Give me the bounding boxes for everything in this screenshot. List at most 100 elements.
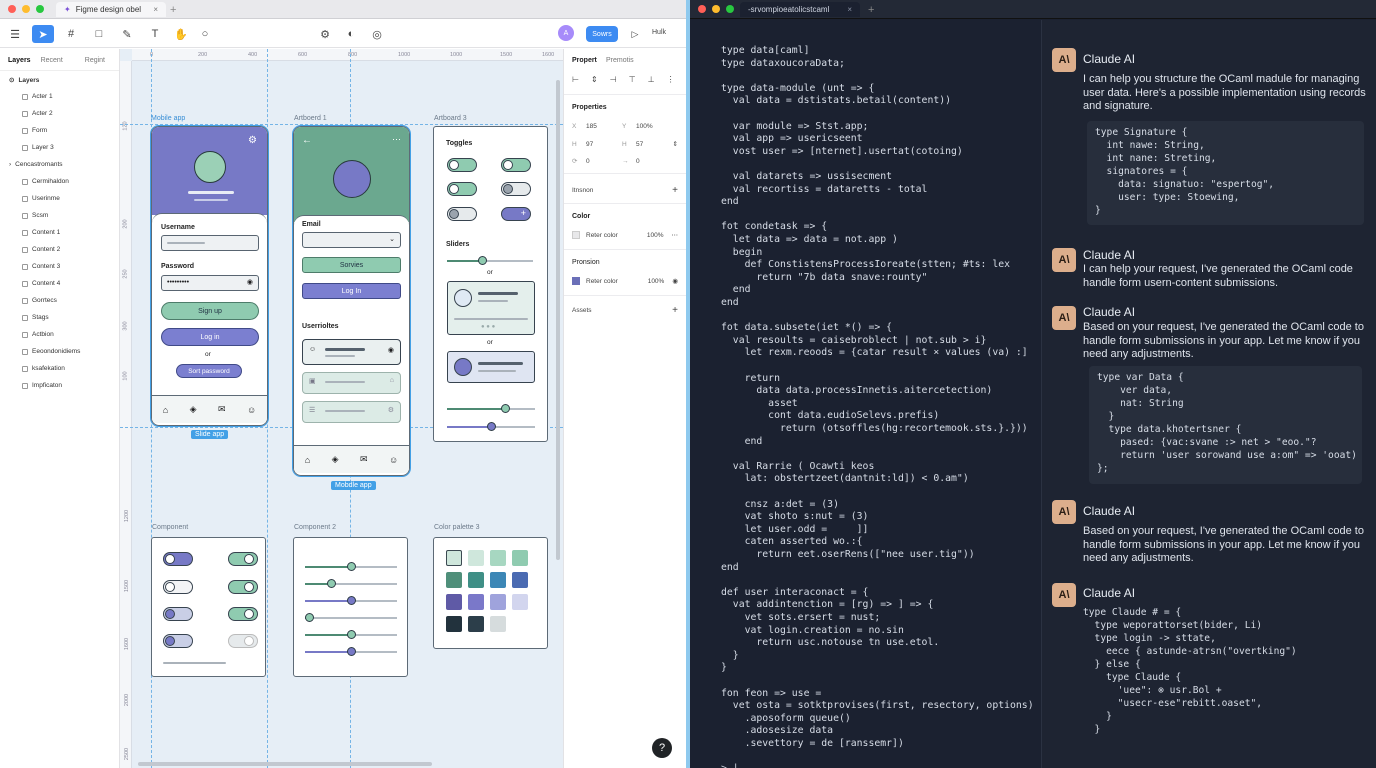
align-top-icon[interactable]: ⊤ xyxy=(629,75,636,84)
constraint-icon[interactable]: ⇕ xyxy=(673,140,678,148)
color-swatch[interactable] xyxy=(490,616,506,632)
mail-icon[interactable]: ✉ xyxy=(360,454,368,465)
home-icon[interactable]: ⌂ xyxy=(305,455,310,465)
layer-item[interactable]: Userinme xyxy=(22,195,60,202)
y-input[interactable]: 100% xyxy=(636,123,653,130)
color-swatch[interactable] xyxy=(490,594,506,610)
stroke-opacity[interactable]: 100% xyxy=(648,278,665,285)
slider-knob[interactable] xyxy=(305,613,314,622)
tab-prototype[interactable]: Premotis xyxy=(606,57,634,64)
shape-tool-icon[interactable]: □ xyxy=(90,25,108,43)
username-input[interactable] xyxy=(161,235,259,251)
close-button[interactable] xyxy=(8,5,16,13)
layer-item[interactable]: Stags xyxy=(22,314,49,321)
email-input[interactable]: ⌄ xyxy=(302,232,401,248)
color-swatch[interactable] xyxy=(468,616,484,632)
color-swatch[interactable] xyxy=(468,550,484,566)
stroke-swatch[interactable] xyxy=(572,277,580,285)
card-option[interactable] xyxy=(447,351,535,383)
layer-item[interactable]: Content 4 xyxy=(22,280,60,287)
figma-tab[interactable]: ✦ Figme design obel × xyxy=(56,2,166,17)
fill-swatch[interactable] xyxy=(572,231,580,239)
settings-icon[interactable]: ⚙ xyxy=(248,135,257,146)
x-input[interactable]: 185 xyxy=(586,123,622,130)
slider-knob[interactable] xyxy=(347,562,356,571)
profile-icon[interactable]: ☺ xyxy=(247,405,256,415)
layer-item[interactable]: Actbion xyxy=(22,331,54,338)
design-canvas[interactable]: 0 200 400 600 800 1000 1000 1500 1600 12… xyxy=(120,49,563,768)
color-swatch[interactable] xyxy=(446,594,462,610)
help-button[interactable]: ? xyxy=(652,738,672,758)
slider-knob[interactable] xyxy=(347,630,356,639)
code-block[interactable]: type var Data { ver data, nat: String } … xyxy=(1089,366,1362,484)
radio-icon[interactable]: ◉ xyxy=(388,346,394,354)
slider[interactable] xyxy=(447,404,535,413)
sort-password-button[interactable]: Sort password xyxy=(176,364,242,378)
layer-item[interactable]: Cermihaldon xyxy=(22,178,69,185)
slider[interactable] xyxy=(447,422,535,431)
slider[interactable] xyxy=(447,256,533,265)
toggle-switch[interactable] xyxy=(163,580,193,594)
slider-knob[interactable] xyxy=(327,579,336,588)
eye-icon[interactable]: ◉ xyxy=(672,277,678,285)
slider[interactable] xyxy=(305,562,397,571)
layer-item[interactable]: › Cencastromants xyxy=(9,161,63,168)
layer-item[interactable]: Gorrtecs xyxy=(22,297,57,304)
sign-up-button[interactable]: Sign up xyxy=(161,302,259,320)
color-swatch[interactable] xyxy=(468,594,484,610)
close-tab-icon[interactable]: × xyxy=(153,5,158,14)
layer-item[interactable]: Form xyxy=(22,127,47,134)
slider[interactable] xyxy=(305,579,397,588)
bag-icon[interactable]: ◈ xyxy=(332,454,339,465)
bag-icon[interactable]: ◈ xyxy=(190,404,197,415)
eye-icon[interactable]: ◉ xyxy=(247,278,253,286)
distribute-icon[interactable]: ⋮ xyxy=(667,75,675,84)
zoom-dropdown[interactable]: Hulk xyxy=(652,29,666,36)
profile-icon[interactable]: ☺ xyxy=(389,455,398,465)
slider-knob[interactable] xyxy=(347,596,356,605)
color-palette-frame[interactable] xyxy=(433,537,548,649)
fill-name[interactable]: Reter color xyxy=(586,232,618,239)
component-frame[interactable] xyxy=(151,537,266,677)
height2-input[interactable]: 57 xyxy=(636,141,643,148)
settings-icon[interactable]: ⚙ xyxy=(388,406,394,414)
list-item[interactable]: ▣ ⌂ xyxy=(302,372,401,394)
toggle-switch[interactable] xyxy=(228,634,258,648)
color-swatch[interactable] xyxy=(490,550,506,566)
frame-tool-icon[interactable]: # xyxy=(62,25,80,43)
color-swatch[interactable] xyxy=(512,594,528,610)
home-icon[interactable]: ⌂ xyxy=(163,405,168,415)
hand-tool-icon[interactable]: ✋ xyxy=(172,25,190,43)
tab-recent[interactable]: Recent xyxy=(41,57,63,64)
code-editor[interactable]: type data[caml] type dataxoucoraData; type… xyxy=(690,20,1040,768)
tab-layers[interactable]: Layers xyxy=(8,57,31,64)
zoom-button[interactable] xyxy=(726,5,734,13)
canvas-scrollbar-horizontal[interactable] xyxy=(138,762,432,766)
minimize-button[interactable] xyxy=(712,5,720,13)
mask-icon[interactable]: ◐ xyxy=(342,25,360,43)
color-swatch[interactable] xyxy=(468,572,484,588)
slider-knob[interactable] xyxy=(487,422,496,431)
align-center-icon[interactable]: ⇕ xyxy=(591,75,598,84)
layer-item[interactable]: Impficaton xyxy=(22,382,62,389)
toggle-switch[interactable] xyxy=(228,607,258,621)
list-item[interactable]: ☺ ◉ xyxy=(302,339,401,365)
more-icon[interactable]: ⋯ xyxy=(672,231,679,239)
login-button[interactable]: Log In xyxy=(302,283,401,299)
height-input[interactable]: 97 xyxy=(586,141,622,148)
layer-root[interactable]: ⊙ Layers xyxy=(9,76,39,85)
layer-item[interactable]: Acter 1 xyxy=(22,93,53,100)
tab-properties[interactable]: Propert xyxy=(572,57,597,64)
toggle-switch[interactable] xyxy=(163,607,193,621)
align-middle-icon[interactable]: ⊥ xyxy=(648,75,655,84)
color-swatch[interactable] xyxy=(490,572,506,588)
new-tab-icon[interactable]: + xyxy=(170,4,176,16)
back-arrow-icon[interactable]: ← xyxy=(302,135,312,146)
toggle-switch[interactable] xyxy=(447,158,477,172)
layer-item[interactable]: Content 3 xyxy=(22,263,60,270)
boolean-icon[interactable]: ◎ xyxy=(368,25,386,43)
toggle-switch[interactable] xyxy=(501,158,531,172)
components-icon[interactable]: ⚙ xyxy=(316,25,334,43)
avatar[interactable]: A xyxy=(558,25,574,41)
color-swatch[interactable] xyxy=(446,572,462,588)
